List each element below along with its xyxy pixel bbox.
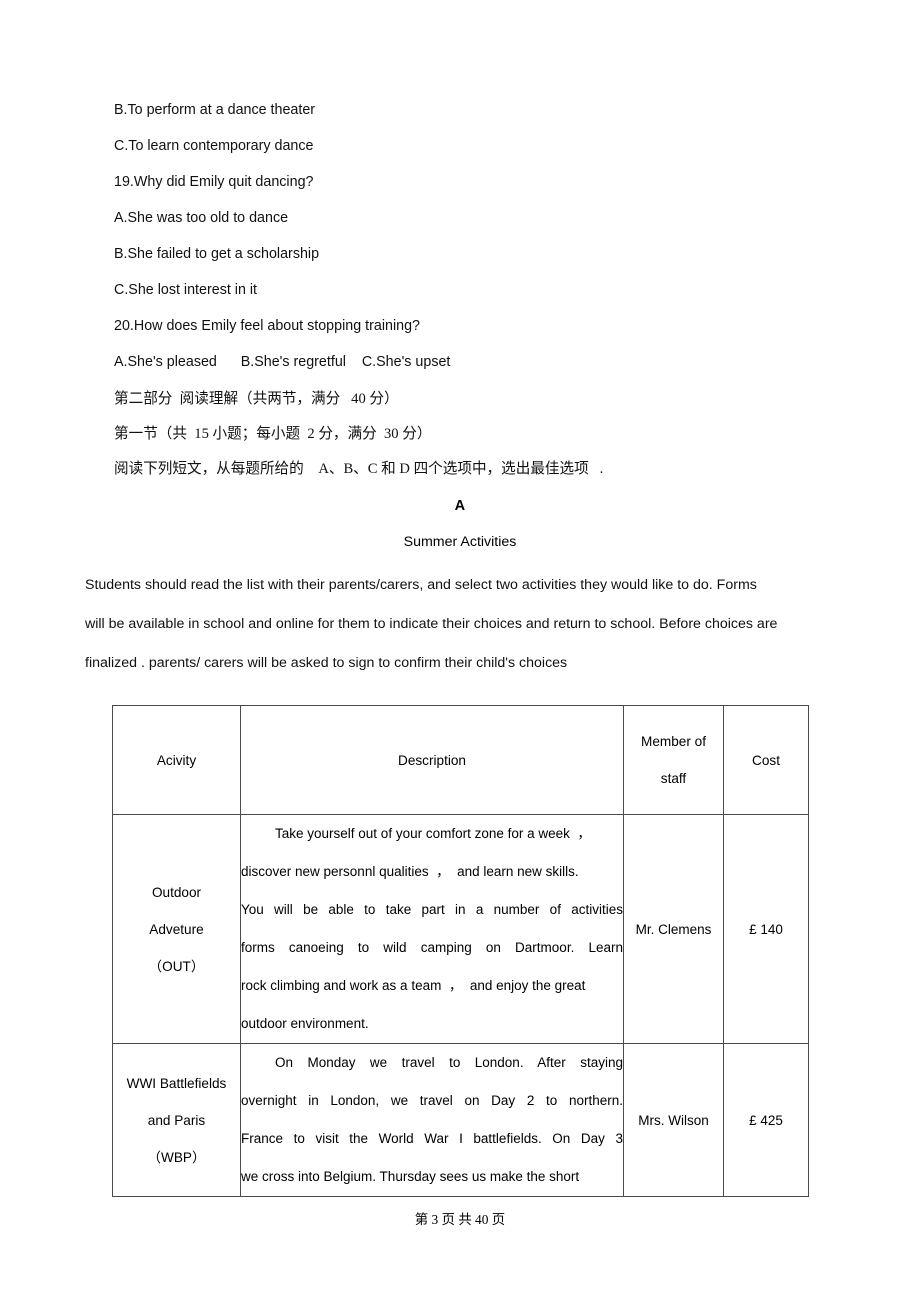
document-page: B.To perform at a dance theater C.To lea… <box>0 0 920 1303</box>
activity-line: Adveture <box>149 921 204 937</box>
activity-line: （OUT） <box>148 958 205 974</box>
activity-line: and Paris <box>147 1112 206 1128</box>
intro-line: will be available in school and online f… <box>85 616 778 632</box>
question-line: B.She failed to get a scholarship <box>114 246 320 262</box>
description-line: overnight in London, we travel on Day 2 … <box>241 1093 623 1108</box>
instruction-line: 第一节（共 15 小题；每小题 2 分，满分 30 分） <box>114 426 432 442</box>
question-line: 20.How does Emily feel about stopping tr… <box>114 318 420 334</box>
cell-staff-member: Mrs. Wilson <box>623 1043 724 1197</box>
activity-line: Outdoor <box>151 884 202 900</box>
header-staff-line1: Member of <box>641 734 706 749</box>
question-line: A.She was too old to dance <box>114 210 289 226</box>
header-cell-activity: Acivity <box>112 705 241 815</box>
cell-cost: £ 425 <box>723 1043 809 1197</box>
description-line: we cross into Belgium. Thursday sees us … <box>241 1169 580 1184</box>
passage-letter-heading: A <box>454 498 466 514</box>
intro-line: Students should read the list with their… <box>85 577 757 593</box>
header-cell-staff: Member of staff <box>623 705 724 815</box>
section-instructions-block: 第二部分 阅读理解（共两节，满分 40 分） 第一节（共 15 小题；每小题 2… <box>114 382 854 487</box>
description-line: outdoor environment. <box>241 1016 369 1031</box>
description-line: discover new personnl qualities ， and le… <box>241 864 579 879</box>
instruction-line: 第二部分 阅读理解（共两节，满分 40 分） <box>114 391 399 407</box>
cell-description: On Monday we travel to London. After sta… <box>240 1043 624 1197</box>
table-header-row: Acivity Description Member of staff Cost <box>112 705 809 815</box>
description-line: forms canoeing to wild camping on Dartmo… <box>241 940 623 955</box>
description-line: You will be able to take part in a numbe… <box>241 902 623 917</box>
description-line: On Monday we travel to London. After sta… <box>275 1055 623 1070</box>
question-line: A.She's pleased B.She's regretful C.She'… <box>114 354 451 370</box>
activities-table: Acivity Description Member of staff Cost… <box>112 705 809 1197</box>
listening-questions-block: B.To perform at a dance theater C.To lea… <box>114 92 814 380</box>
header-cell-description: Description <box>240 705 624 815</box>
table-row: Outdoor Adveture （OUT） Take yourself out… <box>112 814 809 1044</box>
cell-cost: £ 140 <box>723 814 809 1044</box>
description-line: France to visit the World War I battlefi… <box>241 1131 623 1146</box>
question-line: C.She lost interest in it <box>114 282 258 298</box>
question-line: 19.Why did Emily quit dancing? <box>114 174 314 190</box>
intro-line: finalized . parents/ carers will be aske… <box>85 655 568 671</box>
activity-line: （WBP） <box>147 1149 206 1165</box>
passage-title: Summer Activities <box>403 534 517 550</box>
header-staff-line2: staff <box>660 771 687 786</box>
instruction-line: 阅读下列短文，从每题所给的 A、B、C 和 D 四个选项中，选出最佳选项 . <box>114 461 604 477</box>
question-line: B.To perform at a dance theater <box>114 102 316 118</box>
activity-line: WWI Battlefields <box>126 1075 227 1091</box>
passage-intro-paragraph: Students should read the list with their… <box>85 566 807 683</box>
question-line: C.To learn contemporary dance <box>114 138 314 154</box>
description-line: rock climbing and work as a team ， and e… <box>241 978 586 993</box>
header-cell-cost: Cost <box>723 705 809 815</box>
page-footer: 第 3 页 共 40 页 <box>414 1212 506 1227</box>
cell-staff-member: Mr. Clemens <box>623 814 724 1044</box>
table-row: WWI Battlefields and Paris （WBP） On Mond… <box>112 1043 809 1197</box>
cell-description: Take yourself out of your comfort zone f… <box>240 814 624 1044</box>
description-line: Take yourself out of your comfort zone f… <box>275 826 591 841</box>
cell-activity-name: Outdoor Adveture （OUT） <box>112 814 241 1044</box>
cell-activity-name: WWI Battlefields and Paris （WBP） <box>112 1043 241 1197</box>
